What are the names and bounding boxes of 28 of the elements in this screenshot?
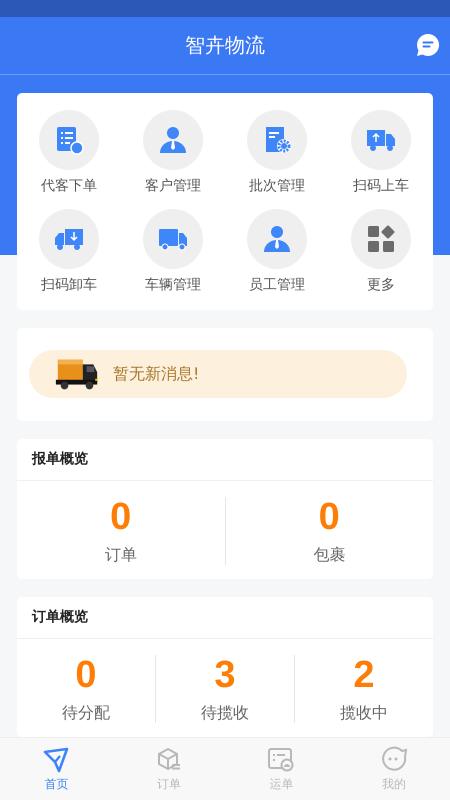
notice-message: 暂无新消息! <box>113 364 200 384</box>
paper-plane-icon <box>42 746 70 774</box>
stat-label: 包裹 <box>313 545 346 565</box>
stat-value: 0 <box>75 655 97 695</box>
person-icon <box>157 124 189 156</box>
menu-label[interactable]: 客户管理 <box>145 177 201 195</box>
chat-icon[interactable] <box>416 33 440 57</box>
menu-label[interactable]: 员工管理 <box>249 276 305 294</box>
document-icon <box>267 746 296 774</box>
menu-label[interactable]: 车辆管理 <box>145 276 201 294</box>
stat-value: 0 <box>318 497 340 537</box>
menu-label[interactable]: 更多 <box>367 276 395 294</box>
menu-label[interactable]: 扫码上车 <box>353 177 409 195</box>
stat-label: 待分配 <box>62 703 110 723</box>
stat-value: 0 <box>110 497 132 537</box>
stat-label: 待揽收 <box>201 703 249 723</box>
app-title: 智卉物流 <box>185 32 265 59</box>
grid-icon <box>365 223 397 255</box>
stat-label: 揽收中 <box>340 703 388 723</box>
stat-value: 2 <box>353 655 375 695</box>
menu-label[interactable]: 批次管理 <box>249 177 305 195</box>
stat-value: 3 <box>214 655 236 695</box>
section-title: 订单概览 <box>17 597 433 639</box>
menu-label[interactable]: 代客下单 <box>41 177 97 195</box>
person-icon <box>261 223 293 255</box>
stat-label: 订单 <box>104 545 137 565</box>
menu-label[interactable]: 扫码卸车 <box>41 276 97 294</box>
section-title: 报单概览 <box>17 439 433 481</box>
